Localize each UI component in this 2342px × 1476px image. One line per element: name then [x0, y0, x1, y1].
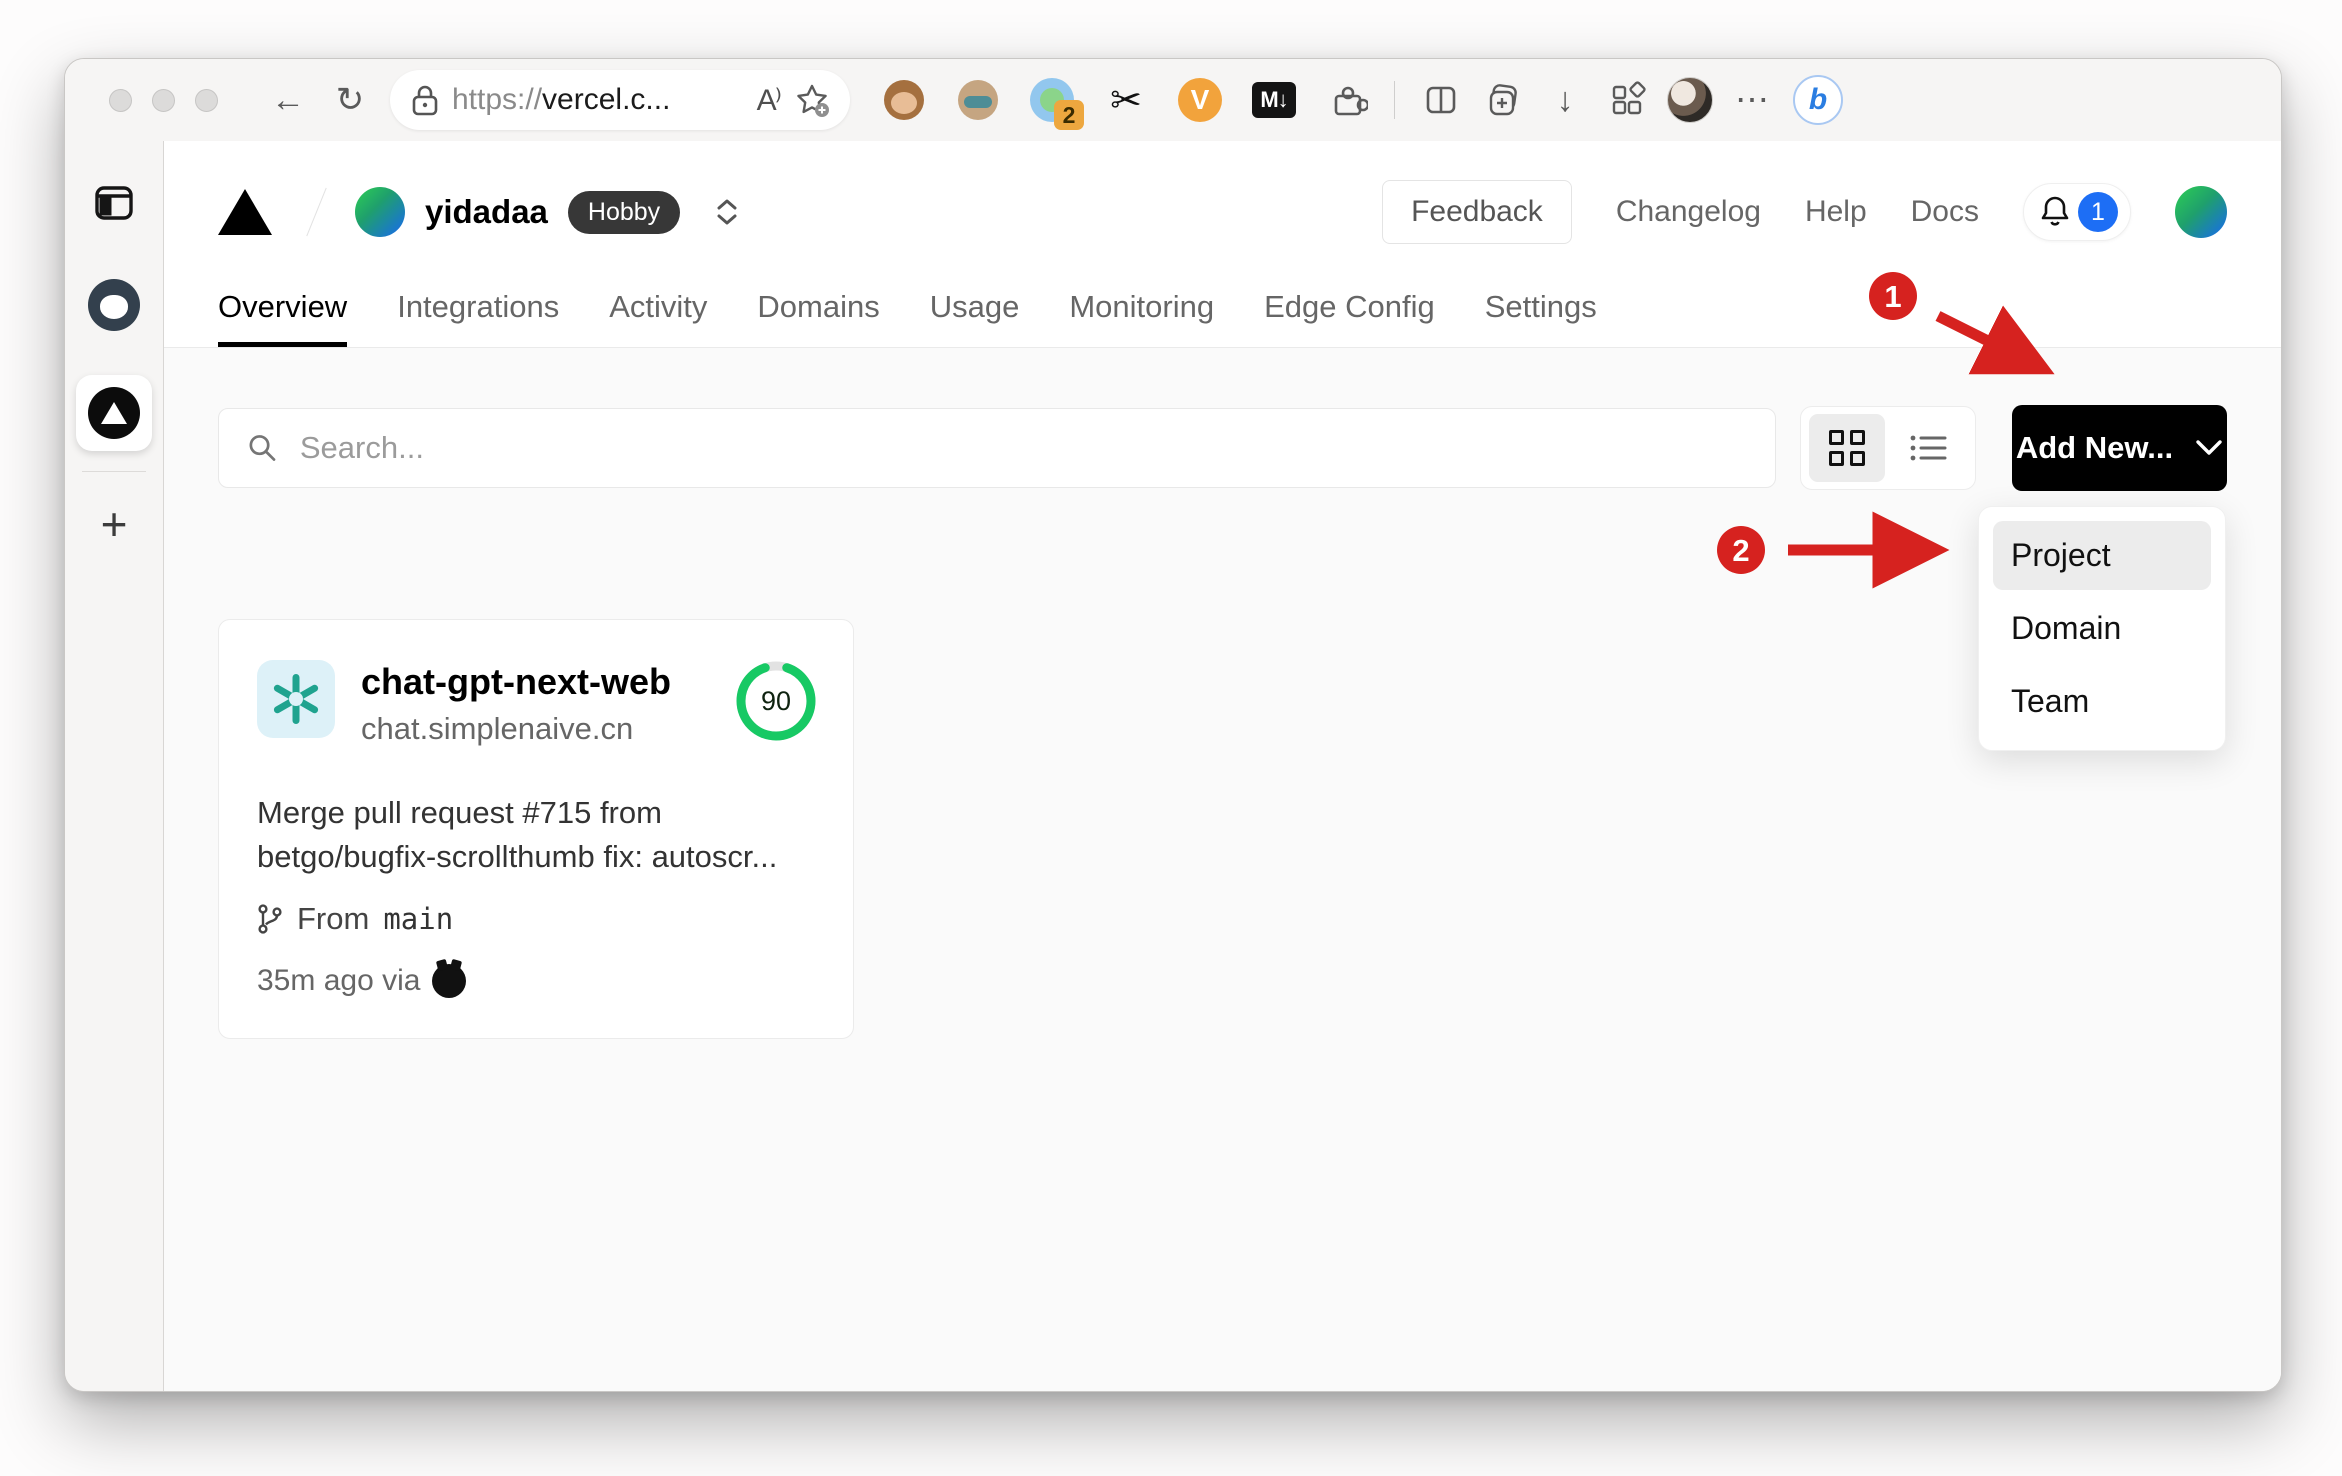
- back-button[interactable]: ←: [266, 78, 310, 122]
- project-domain[interactable]: chat.simplenaive.cn: [361, 711, 671, 747]
- search-icon: [249, 435, 276, 461]
- url-text: https://vercel.c...: [452, 83, 671, 116]
- tab-integrations[interactable]: Integrations: [397, 289, 559, 347]
- downloads-icon[interactable]: ↓: [1543, 78, 1587, 122]
- list-view-icon: [1910, 435, 1947, 461]
- notifications-button[interactable]: 1: [2023, 183, 2131, 241]
- read-aloud-icon[interactable]: A⁾: [757, 83, 782, 118]
- tab-divider: [82, 471, 146, 472]
- project-card[interactable]: chat-gpt-next-web chat.simplenaive.cn 90: [218, 619, 854, 1039]
- feedback-button[interactable]: Feedback: [1382, 180, 1572, 244]
- screenshot-stage: ← ↻ https://vercel.c... A⁾ 2 ✂ V M↓ ↓ ⋯ …: [0, 0, 2342, 1476]
- vercel-page: yidadaa Hobby Feedback Changelog Help Do: [164, 141, 2281, 1391]
- docs-link[interactable]: Docs: [1911, 195, 1979, 229]
- workspaces-icon[interactable]: [1605, 78, 1649, 122]
- favorite-star-icon[interactable]: [794, 82, 830, 118]
- grid-view-icon: [1829, 430, 1865, 466]
- extensions-puzzle-icon[interactable]: [1326, 78, 1370, 122]
- tab-settings[interactable]: Settings: [1485, 289, 1597, 347]
- new-tab-button[interactable]: +: [82, 492, 146, 556]
- translate-extension-icon[interactable]: 2: [1030, 78, 1084, 130]
- lock-icon: [412, 85, 438, 116]
- project-favicon: [257, 660, 335, 738]
- openai-logo-icon: [273, 674, 319, 724]
- markdown-download-extension-icon[interactable]: M↓: [1252, 78, 1296, 122]
- browser-profile-avatar[interactable]: [1667, 77, 1713, 123]
- chevron-down-icon: [2196, 440, 2222, 455]
- changelog-link[interactable]: Changelog: [1616, 195, 1761, 229]
- project-name[interactable]: chat-gpt-next-web: [361, 660, 671, 703]
- git-branch-icon: [258, 904, 282, 934]
- team-switcher[interactable]: yidadaa Hobby: [355, 187, 738, 237]
- edge-vertical-tab-bar: +: [65, 141, 164, 1391]
- orange-v-extension-icon[interactable]: V: [1178, 78, 1222, 122]
- team-name: yidadaa: [425, 193, 548, 230]
- bell-icon: [2041, 196, 2069, 226]
- search-input[interactable]: [299, 430, 1747, 466]
- add-new-dropdown: Project Domain Team: [1978, 506, 2226, 751]
- split-screen-icon[interactable]: [1419, 78, 1463, 122]
- window-controls[interactable]: [109, 88, 218, 112]
- dropdown-item-domain[interactable]: Domain: [1993, 594, 2211, 663]
- tab-domains[interactable]: Domains: [757, 289, 879, 347]
- github-tab-icon[interactable]: [82, 273, 146, 337]
- list-view-button[interactable]: [1891, 414, 1967, 482]
- add-new-button[interactable]: Add New...: [2012, 405, 2227, 491]
- team-avatar: [355, 187, 405, 237]
- collections-icon[interactable]: [1481, 78, 1525, 122]
- tab-edge-config[interactable]: Edge Config: [1264, 289, 1435, 347]
- toolbar-divider: [1394, 81, 1395, 119]
- browser-window: ← ↻ https://vercel.c... A⁾ 2 ✂ V M↓ ↓ ⋯ …: [64, 58, 2282, 1392]
- notification-count-badge: 1: [2078, 192, 2118, 232]
- dropdown-item-project[interactable]: Project: [1993, 521, 2211, 590]
- close-window-button[interactable]: [109, 88, 132, 112]
- clipper-extension-icon[interactable]: ✂: [1104, 78, 1148, 122]
- vercel-favicon: [88, 387, 140, 439]
- browser-toolbar: ← ↻ https://vercel.c... A⁾ 2 ✂ V M↓ ↓ ⋯ …: [65, 59, 2281, 141]
- github-icon: [432, 964, 467, 998]
- user-avatar[interactable]: [2175, 186, 2227, 238]
- vercel-active-tab[interactable]: [76, 375, 152, 451]
- branch-label: From: [297, 901, 370, 937]
- overview-content: Add New... Project Domain Team: [164, 348, 2281, 1391]
- tab-usage[interactable]: Usage: [930, 289, 1020, 347]
- browser-menu-icon[interactable]: ⋯: [1731, 78, 1775, 122]
- sloth-extension-icon[interactable]: [956, 78, 1000, 122]
- vercel-logo[interactable]: [218, 189, 272, 235]
- minimize-window-button[interactable]: [152, 88, 175, 112]
- breadcrumb-slash: [306, 187, 327, 237]
- dropdown-item-team[interactable]: Team: [1993, 667, 2211, 736]
- team-switcher-chevrons-icon[interactable]: [716, 198, 738, 226]
- tab-monitoring[interactable]: Monitoring: [1069, 289, 1214, 347]
- zoom-window-button[interactable]: [195, 88, 218, 112]
- project-search[interactable]: [218, 408, 1776, 488]
- tab-overview[interactable]: Overview: [218, 289, 348, 347]
- address-bar[interactable]: https://vercel.c... A⁾: [390, 70, 850, 130]
- nav-tabs: Overview Integrations Activity Domains U…: [218, 289, 1597, 347]
- extension-badge: 2: [1054, 100, 1084, 130]
- view-toggle: [1800, 406, 1976, 490]
- bing-chat-icon[interactable]: b: [1793, 75, 1843, 125]
- grid-view-button[interactable]: [1809, 414, 1885, 482]
- help-link[interactable]: Help: [1805, 195, 1867, 229]
- plan-badge: Hobby: [567, 190, 681, 234]
- branch-name: main: [383, 902, 454, 937]
- extension-icons: 2 ✂ V M↓: [882, 78, 1370, 130]
- score-value: 90: [760, 685, 792, 716]
- tab-activity[interactable]: Activity: [609, 289, 707, 347]
- lighthouse-score: 90: [733, 658, 819, 744]
- deploy-time: 35m ago via: [257, 964, 421, 997]
- commit-message: Merge pull request #715 from betgo/bugfi…: [257, 795, 778, 875]
- refresh-button[interactable]: ↻: [328, 78, 372, 122]
- sidebar-toggle-icon[interactable]: [82, 171, 146, 235]
- monkey-extension-icon[interactable]: [882, 78, 926, 122]
- vercel-header: yidadaa Hobby Feedback Changelog Help Do: [164, 141, 2281, 348]
